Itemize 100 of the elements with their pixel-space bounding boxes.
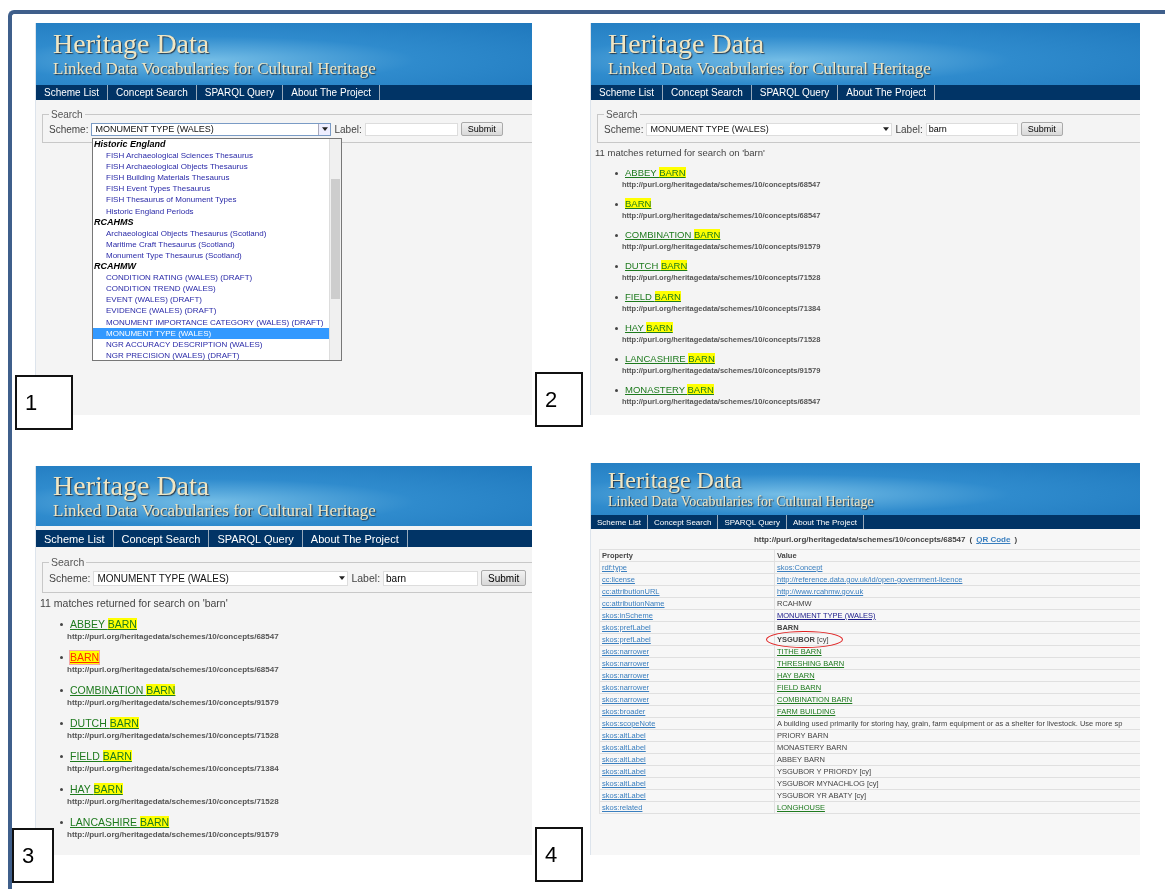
caret-icon	[882, 127, 889, 131]
site-subtitle: Linked Data Vocabularies for Cultural Heritage	[53, 59, 376, 79]
nav-link[interactable]: Concept Search	[663, 85, 752, 100]
dropdown-option[interactable]: NGR ACCURACY DESCRIPTION (WALES)	[93, 338, 329, 350]
scheme-select[interactable]: MONUMENT TYPE (WALES)	[91, 122, 332, 136]
bullet-icon	[60, 722, 63, 725]
scrollbar[interactable]	[329, 139, 341, 360]
bullet-icon	[60, 755, 63, 758]
nav-link[interactable]: SPARQL Query	[209, 530, 303, 547]
result-link[interactable]: DUTCH BARN	[69, 716, 140, 731]
dropdown-option[interactable]: CONDITION RATING (WALES) (DRAFT)	[93, 272, 329, 284]
result-link[interactable]: FIELD BARN	[624, 290, 682, 304]
qr-code-link[interactable]: QR Code	[976, 535, 1011, 544]
dropdown-option[interactable]: FISH Building Materials Thesaurus	[93, 172, 329, 184]
panel-number: 2	[535, 372, 583, 427]
result-uri: http://purl.org/heritagedata/schemes/10/concepts/91579	[67, 830, 280, 840]
scheme-select[interactable]: MONUMENT TYPE (WALES)	[646, 122, 893, 136]
nav-link[interactable]: SPARQL Query	[196, 85, 284, 100]
submit-button[interactable]: Submit	[1020, 122, 1063, 136]
label-label: Label:	[351, 572, 381, 584]
nav-link[interactable]: SPARQL Query	[751, 85, 839, 100]
result-uri: http://purl.org/heritagedata/schemes/10/concepts/71528	[67, 731, 280, 741]
nav-link[interactable]: Scheme List	[591, 515, 649, 529]
nav-link[interactable]: Scheme List	[36, 530, 114, 547]
panel-number: 1	[15, 375, 73, 430]
site-title: Heritage Data	[53, 29, 210, 59]
result-link[interactable]: COMBINATION BARN	[69, 683, 177, 698]
dropdown-option[interactable]: FISH Event Types Thesaurus	[93, 183, 329, 195]
search-legend: Search	[604, 109, 640, 120]
bullet-icon	[615, 202, 618, 206]
result-uri: http://purl.org/heritagedata/schemes/10/concepts/68547	[67, 632, 280, 642]
option-group-label: RCAHMW	[93, 261, 138, 273]
result-link[interactable]: COMBINATION BARN	[624, 228, 722, 242]
dropdown-option[interactable]: MONUMENT TYPE (WALES)	[93, 327, 329, 339]
nav-link[interactable]: Concept Search	[108, 85, 197, 100]
dropdown-option[interactable]: MONUMENT IMPORTANCE CATEGORY (WALES) (DRAFT)	[93, 316, 329, 328]
scheme-label: Scheme:	[49, 572, 91, 584]
label-input[interactable]: barn	[925, 122, 1018, 136]
nav-link[interactable]: Concept Search	[648, 515, 719, 529]
results-summary: 11 matches returned for search on 'barn'	[595, 147, 766, 158]
site-title: Heritage Data	[53, 471, 210, 501]
bullet-icon	[615, 388, 618, 392]
result-uri: http://purl.org/heritagedata/schemes/10/concepts/68547	[67, 665, 280, 675]
nav-link[interactable]: Concept Search	[113, 530, 210, 547]
result-link[interactable]: HAY BARN	[624, 321, 674, 335]
result-link[interactable]: DUTCH BARN	[624, 259, 689, 273]
submit-button[interactable]: Submit	[460, 122, 503, 136]
panel-number: 3	[12, 828, 54, 883]
nav-link[interactable]: Scheme List	[36, 85, 109, 100]
bullet-icon	[615, 357, 618, 361]
dropdown-option[interactable]: FISH Archaeological Sciences Thesaurus	[93, 150, 329, 162]
bullet-icon	[60, 623, 63, 626]
nav-link[interactable]: About The Project	[302, 530, 408, 547]
scheme-select[interactable]: MONUMENT TYPE (WALES)	[93, 570, 349, 586]
site-subtitle: Linked Data Vocabularies for Cultural Heritage	[608, 493, 874, 510]
panel-number: 4	[535, 827, 583, 882]
nav-link[interactable]: Scheme List	[591, 85, 664, 100]
results-summary: 11 matches returned for search on 'barn'	[40, 597, 229, 609]
label-input[interactable]	[364, 122, 458, 136]
dropdown-option[interactable]: FISH Thesaurus of Monument Types	[93, 194, 329, 206]
nav-link[interactable]: SPARQL Query	[718, 515, 787, 529]
result-link[interactable]: ABBEY BARN	[624, 166, 687, 180]
dropdown-option[interactable]: NGR PRECISION (WALES) (DRAFT)	[93, 349, 329, 360]
result-link[interactable]: BARN	[624, 197, 653, 211]
nav-link[interactable]: About The Project	[787, 515, 864, 529]
result-uri: http://purl.org/heritagedata/schemes/10/concepts/71384	[67, 764, 280, 774]
dropdown-option[interactable]: EVIDENCE (WALES) (DRAFT)	[93, 305, 329, 317]
dropdown-option[interactable]: Maritime Craft Thesaurus (Scotland)	[93, 238, 329, 250]
result-link[interactable]: FIELD BARN	[69, 749, 133, 764]
dropdown-option[interactable]: FISH Archaeological Objects Thesaurus	[93, 161, 329, 173]
search-legend: Search	[49, 556, 87, 568]
caret-icon	[338, 576, 345, 580]
result-uri: http://purl.org/heritagedata/schemes/10/concepts/71528	[67, 797, 280, 807]
result-link[interactable]: LANCASHIRE BARN	[69, 815, 171, 830]
option-group-label: Historic England	[93, 139, 167, 151]
dropdown-option[interactable]: CONDITION TREND (WALES)	[93, 283, 329, 295]
submit-button[interactable]: Submit	[481, 570, 527, 586]
result-link[interactable]: HAY BARN	[69, 782, 124, 797]
bullet-icon	[60, 689, 63, 692]
result-link[interactable]: BARN	[69, 650, 101, 665]
result-link[interactable]: ABBEY BARN	[69, 617, 138, 632]
scheme-label: Scheme:	[604, 123, 644, 135]
parenthesis: (	[969, 535, 973, 544]
result-link[interactable]: LANCASHIRE BARN	[624, 352, 716, 366]
dropdown-option[interactable]: Monument Type Thesaurus (Scotland)	[93, 249, 329, 262]
label-label: Label:	[895, 123, 923, 135]
nav-link[interactable]: About The Project	[283, 85, 381, 100]
label-label: Label:	[334, 123, 362, 135]
option-group-label: RCAHMS	[93, 216, 135, 228]
bullet-icon	[60, 788, 63, 791]
label-input[interactable]: barn	[383, 570, 479, 586]
nav-link[interactable]: About The Project	[838, 85, 936, 100]
dropdown-option[interactable]: Historic England Periods	[93, 205, 329, 217]
bullet-icon	[60, 656, 63, 659]
result-link[interactable]: MONASTERY BARN	[624, 383, 715, 397]
bullet-icon	[615, 326, 618, 330]
bullet-icon	[60, 821, 63, 824]
dropdown-option[interactable]: Archaeological Objects Thesaurus (Scotland)	[93, 227, 329, 239]
scheme-label: Scheme:	[49, 123, 89, 135]
dropdown-option[interactable]: EVENT (WALES) (DRAFT)	[93, 294, 329, 306]
